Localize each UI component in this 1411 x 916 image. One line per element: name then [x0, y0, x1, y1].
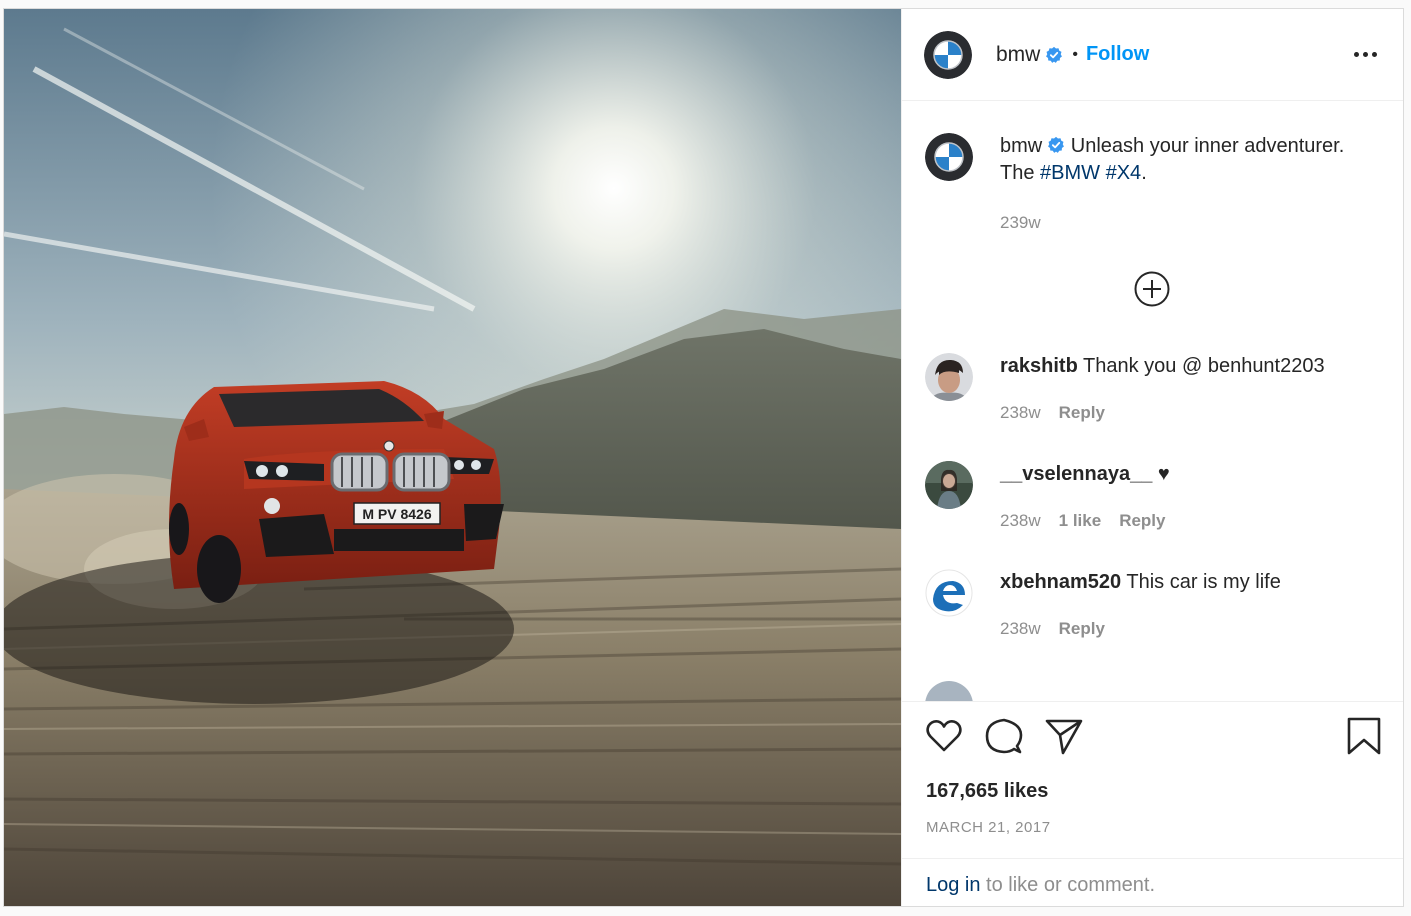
caption-end: . [1141, 162, 1147, 184]
reply-button[interactable]: Reply [1059, 399, 1105, 426]
user-avatar[interactable] [925, 569, 973, 617]
paper-plane-icon[interactable] [1044, 716, 1084, 756]
user-avatar[interactable] [925, 681, 973, 701]
heart-icon[interactable] [924, 716, 964, 756]
hashtag-bmw[interactable]: #BMW [1040, 162, 1100, 184]
reply-button[interactable]: Reply [1119, 507, 1165, 534]
more-options-icon[interactable] [1351, 45, 1379, 65]
bmw-logo-avatar[interactable] [925, 133, 973, 181]
header-username[interactable]: bmw [996, 43, 1040, 67]
comment-age[interactable]: 238w [1000, 399, 1041, 426]
caption-text: bmw Unleash your inner adventurer. The #… [1000, 133, 1373, 187]
caption: bmw Unleash your inner adventurer. The #… [925, 133, 1373, 236]
post-photo[interactable]: M PV 8426 [4, 9, 901, 906]
plus-circle-icon[interactable] [1134, 271, 1170, 307]
comment-item: rakshitb Thank you @ benhunt2203 238w Re… [925, 353, 1373, 426]
comment-username[interactable]: rakshitb [1000, 355, 1078, 377]
comment-age[interactable]: 238w [1000, 507, 1041, 534]
comment-bubble-icon[interactable] [984, 716, 1024, 756]
bmw-logo-avatar[interactable] [924, 30, 972, 79]
bookmark-icon[interactable] [1344, 716, 1384, 756]
post-side-panel: bmw • Follow bmw Unleash your inner adve… [901, 9, 1403, 906]
comment-text: ♥ [1157, 463, 1170, 485]
login-link[interactable]: Log in [926, 874, 981, 896]
likes-count[interactable]: 167,665 likes [926, 780, 1048, 803]
post-actions: 167,665 likes MARCH 21, 2017 Log in to l… [902, 701, 1403, 906]
post-date[interactable]: MARCH 21, 2017 [926, 819, 1051, 836]
license-plate-text: M PV 8426 [362, 506, 431, 522]
user-avatar[interactable] [925, 461, 973, 509]
comment-age[interactable]: 238w [1000, 615, 1041, 642]
caption-age[interactable]: 239w [1000, 209, 1041, 236]
follow-button[interactable]: Follow [1086, 43, 1149, 66]
comment-likes[interactable]: 1 like [1059, 507, 1102, 534]
comment-item: __vselennaya__ ♥ 238w 1 like Reply [925, 461, 1373, 534]
login-prompt: Log in to like or comment. [902, 858, 1403, 906]
verified-badge-icon [1048, 136, 1065, 153]
hashtag-x4[interactable]: #X4 [1106, 162, 1142, 184]
comment-text: Thank you @ benhunt2203 [1083, 355, 1325, 377]
caption-username[interactable]: bmw [1000, 135, 1042, 157]
post-card: M PV 8426 bmw • Follow bmw Unleash your … [3, 8, 1404, 907]
user-avatar[interactable] [925, 353, 973, 401]
login-prompt-text: to like or comment. [980, 874, 1156, 896]
post-header: bmw • Follow [902, 9, 1403, 101]
comments-list[interactable]: bmw Unleash your inner adventurer. The #… [902, 101, 1403, 701]
comment-item: xbehnam520 This car is my life 238w Repl… [925, 569, 1373, 642]
verified-badge-icon [1046, 46, 1063, 63]
header-separator: • [1072, 45, 1078, 63]
comment-text: This car is my life [1126, 571, 1281, 593]
comment-username[interactable]: __vselennaya__ [1000, 463, 1152, 485]
comment-username[interactable]: xbehnam520 [1000, 571, 1121, 593]
reply-button[interactable]: Reply [1059, 615, 1105, 642]
